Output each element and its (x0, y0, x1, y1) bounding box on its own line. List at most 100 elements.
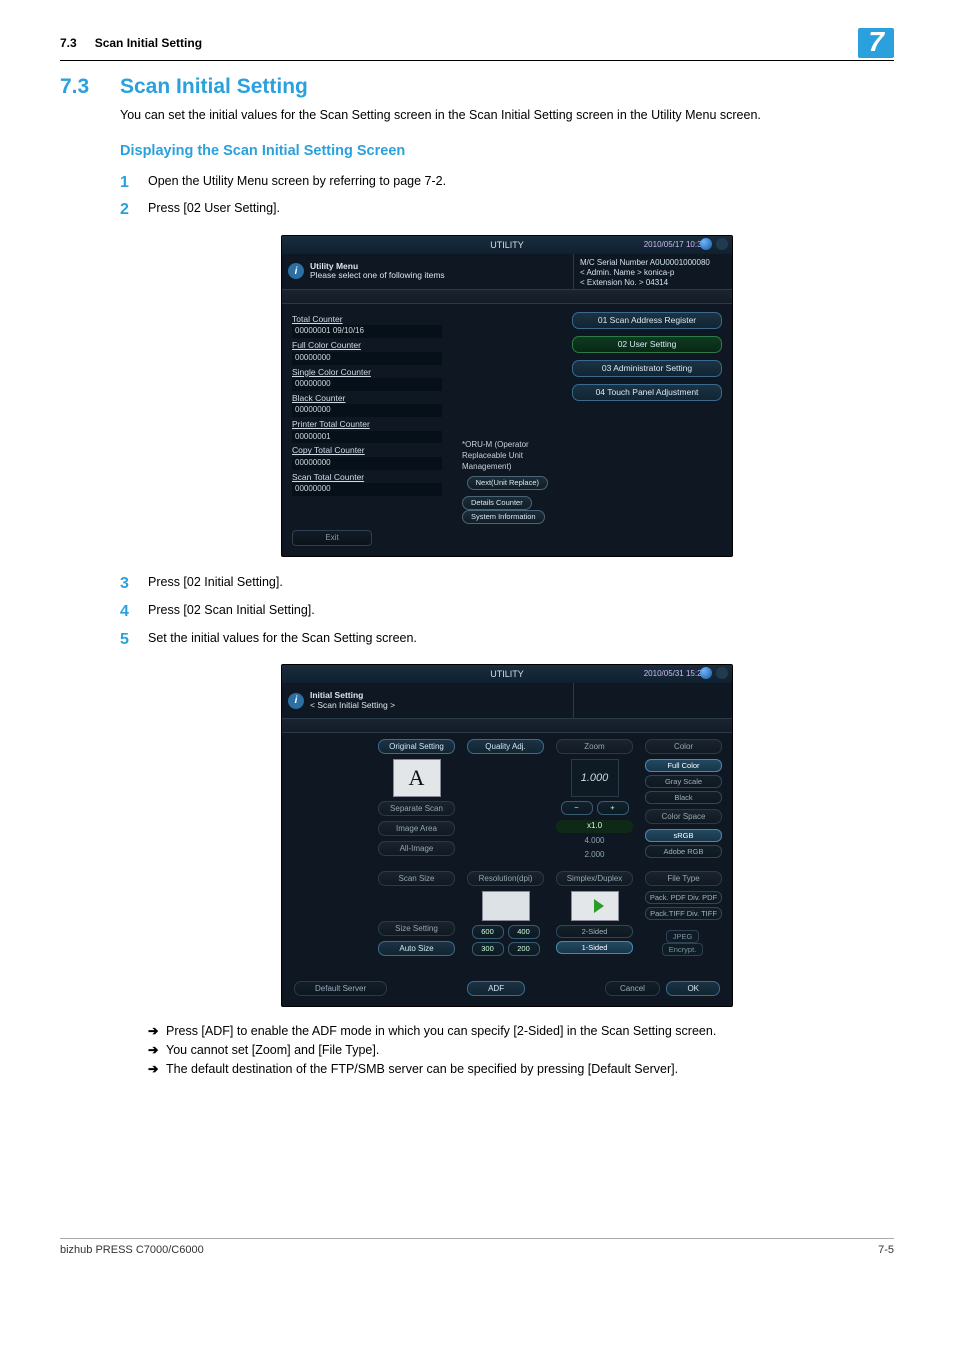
counter-printer-label: Printer Total Counter (292, 419, 442, 430)
breadcrumb-2: < Scan Initial Setting > (310, 701, 395, 711)
counter-full-label: Full Color Counter (292, 340, 442, 351)
step-number-3: 3 (120, 573, 148, 595)
administrator-setting-button[interactable]: 03 Administrator Setting (572, 360, 722, 377)
arrow-icon: ➔ (148, 1061, 166, 1078)
counter-single-value: 00000000 (292, 378, 442, 391)
touch-panel-adjustment-button[interactable]: 04 Touch Panel Adjustment (572, 384, 722, 401)
color-button[interactable]: Color (645, 739, 722, 754)
image-area-button[interactable]: Image Area (378, 821, 455, 836)
info-icon: i (288, 693, 304, 709)
step-number-5: 5 (120, 629, 148, 651)
step-text-4: Press [02 Scan Initial Setting]. (148, 601, 315, 623)
subsection-title: Displaying the Scan Initial Setting Scre… (120, 142, 894, 162)
adobe-rgb-option[interactable]: Adobe RGB (645, 845, 722, 858)
panel2-timestamp: 2010/05/31 15:24 (644, 665, 706, 683)
simplex-duplex-button[interactable]: Simplex/Duplex (556, 871, 633, 886)
meta-ext: < Extension No. > 04314 (580, 278, 726, 288)
details-counter-button[interactable]: Details Counter (462, 496, 532, 510)
note-2: You cannot set [Zoom] and [File Type]. (166, 1042, 894, 1059)
resolution-button[interactable]: Resolution(dpi) (467, 871, 544, 886)
original-setting-preview: A (393, 759, 441, 797)
file-type-button[interactable]: File Type (645, 871, 722, 886)
quality-adj-button[interactable]: Quality Adj. (467, 739, 544, 754)
step-text-1: Open the Utility Menu screen by referrin… (148, 172, 446, 194)
resolution-preview (482, 891, 530, 921)
all-image-button[interactable]: All-Image (378, 841, 455, 856)
step-number-4: 4 (120, 601, 148, 623)
panel-timestamp: 2010/05/17 10:38 (644, 236, 706, 254)
user-setting-button[interactable]: 02 User Setting (572, 336, 722, 353)
zoom-a: 4.000 (556, 836, 633, 847)
counter-scan-label: Scan Total Counter (292, 472, 442, 483)
res-200-button[interactable]: 200 (508, 942, 540, 956)
default-server-button[interactable]: Default Server (294, 981, 387, 996)
scan-initial-setting-screenshot: UTILITY 2010/05/31 15:24 i Initial Setti… (281, 664, 733, 1007)
help-icon[interactable] (700, 667, 712, 679)
power-icon[interactable] (716, 667, 728, 679)
original-setting-button[interactable]: Original Setting (378, 739, 455, 754)
utility-menu-screenshot: UTILITY 2010/05/17 10:38 i Utility Menu … (281, 235, 733, 557)
scan-address-register-button[interactable]: 01 Scan Address Register (572, 312, 722, 329)
counter-single-label: Single Color Counter (292, 367, 442, 378)
note-3: The default destination of the FTP/SMB s… (166, 1061, 894, 1078)
size-setting-button[interactable]: Size Setting (378, 921, 455, 936)
adf-button[interactable]: ADF (467, 981, 525, 996)
note-1: Press [ADF] to enable the ADF mode in wh… (166, 1023, 894, 1040)
one-sided-option[interactable]: 1-Sided (556, 941, 633, 954)
full-color-option[interactable]: Full Color (645, 759, 722, 772)
step-number-2: 2 (120, 199, 148, 221)
zoom-button[interactable]: Zoom (556, 739, 633, 754)
section-number: 7.3 (60, 73, 120, 101)
file-type-tiff[interactable]: Pack.TIFF Div. TIFF (645, 907, 722, 920)
black-option[interactable]: Black (645, 791, 722, 804)
gray-scale-option[interactable]: Gray Scale (645, 775, 722, 788)
zoom-x1[interactable]: x1.0 (556, 820, 633, 833)
zoom-value: 1.000 (571, 759, 619, 797)
cancel-button[interactable]: Cancel (605, 981, 660, 996)
step-number-1: 1 (120, 172, 148, 194)
header-section-number: 7.3 (60, 35, 77, 51)
res-400-button[interactable]: 400 (508, 925, 540, 939)
file-type-pdf[interactable]: Pack. PDF Div. PDF (645, 891, 722, 904)
ok-button[interactable]: OK (666, 981, 720, 996)
scan-size-button[interactable]: Scan Size (378, 871, 455, 886)
info-icon: i (288, 263, 304, 279)
orum-note: *ORU-M (Operator Replaceable Unit Manage… (462, 440, 552, 472)
help-icon[interactable] (700, 238, 712, 250)
counter-printer-value: 00000001 (292, 431, 442, 444)
counter-total-value: 00000001 09/10/16 (292, 325, 442, 338)
zoom-b: 2.000 (556, 850, 633, 861)
exit-button[interactable]: Exit (292, 530, 372, 546)
counter-black-label: Black Counter (292, 393, 442, 404)
panel-title: UTILITY (490, 240, 524, 250)
next-unit-replace-button[interactable]: Next(Unit Replace) (467, 476, 548, 490)
zoom-minus-button[interactable]: − (561, 801, 593, 815)
file-type-encrypt[interactable]: Encrypt. (662, 943, 704, 956)
zoom-plus-button[interactable]: + (597, 801, 629, 815)
simplex-preview (571, 891, 619, 921)
separate-scan-button[interactable]: Separate Scan (378, 801, 455, 816)
file-type-jpeg[interactable]: JPEG (666, 930, 700, 943)
two-sided-option[interactable]: 2-Sided (556, 925, 633, 938)
arrow-icon: ➔ (148, 1042, 166, 1059)
counter-scan-value: 00000000 (292, 483, 442, 496)
power-icon[interactable] (716, 238, 728, 250)
srgb-option[interactable]: sRGB (645, 829, 722, 842)
res-600-button[interactable]: 600 (472, 925, 504, 939)
system-information-button[interactable]: System Information (462, 510, 545, 524)
auto-size-button[interactable]: Auto Size (378, 941, 455, 956)
chapter-tab: 7 (858, 28, 894, 58)
footer-product: bizhub PRESS C7000/C6000 (60, 1243, 204, 1258)
arrow-icon: ➔ (148, 1023, 166, 1040)
step-text-2: Press [02 User Setting]. (148, 199, 280, 221)
meta-admin: < Admin. Name > konica-p (580, 268, 726, 278)
color-space-button[interactable]: Color Space (645, 809, 722, 824)
panel2-title: UTILITY (490, 669, 524, 679)
step-text-5: Set the initial values for the Scan Sett… (148, 629, 417, 651)
counter-copy-value: 00000000 (292, 457, 442, 470)
res-300-button[interactable]: 300 (472, 942, 504, 956)
counter-copy-label: Copy Total Counter (292, 445, 442, 456)
meta-serial: M/C Serial Number A0U0001000080 (580, 258, 726, 268)
play-icon (594, 899, 604, 913)
section-title: Scan Initial Setting (120, 73, 308, 101)
